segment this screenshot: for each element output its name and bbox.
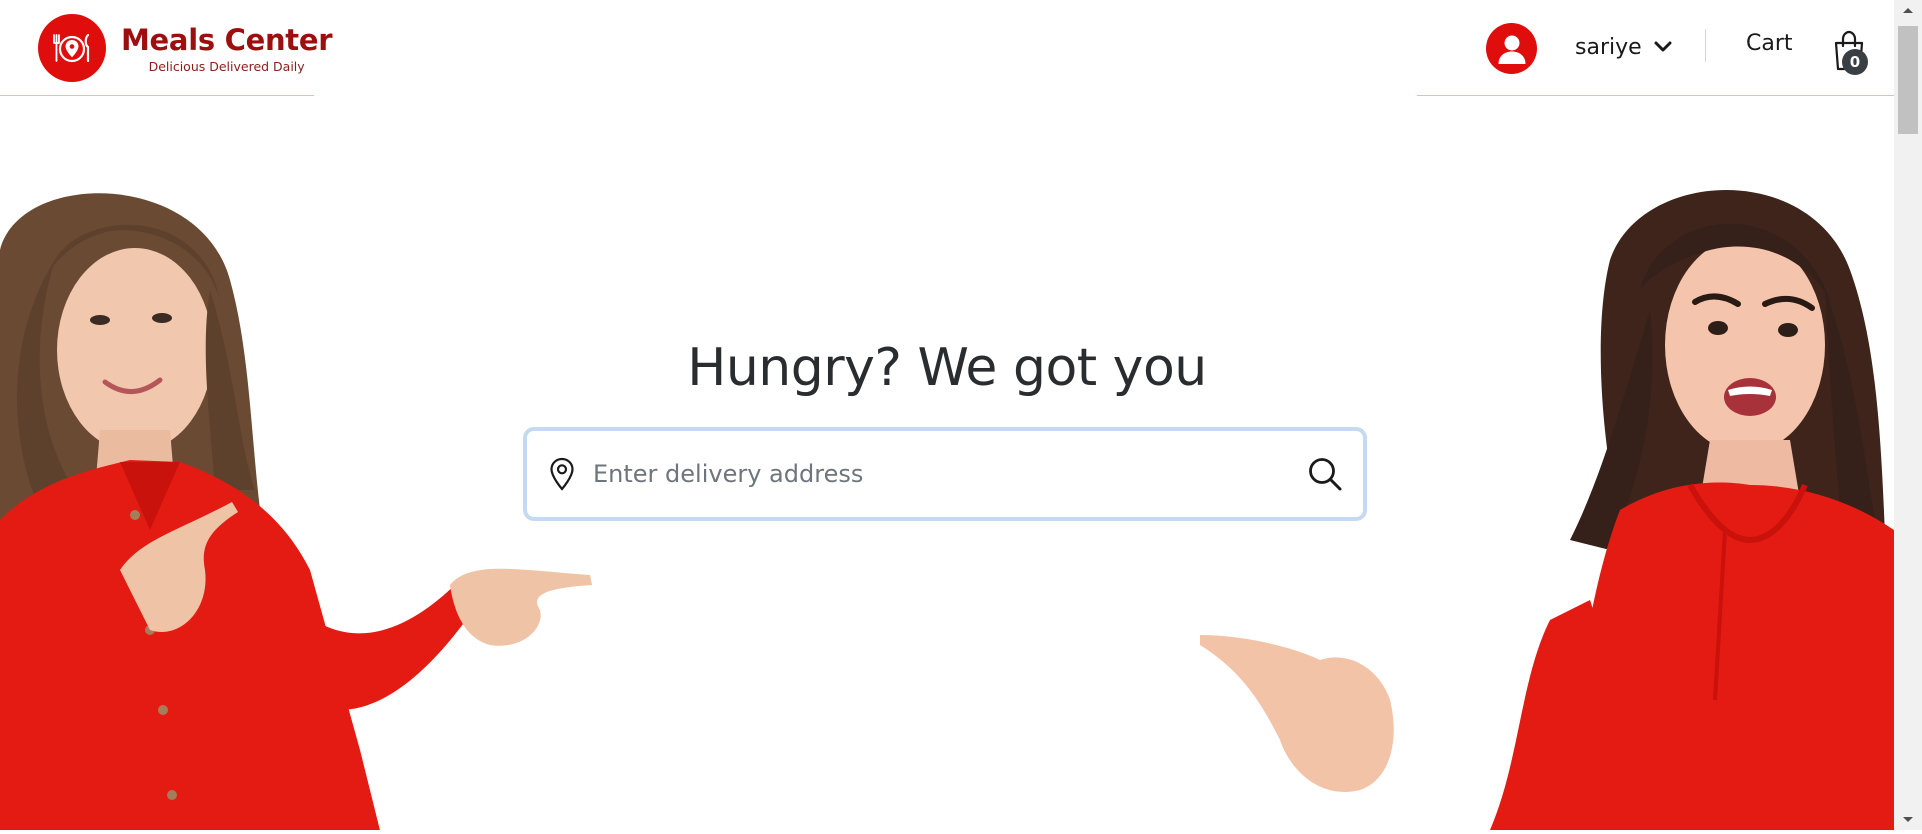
brand-tagline: Delicious Delivered Daily xyxy=(148,58,305,74)
brand-logo[interactable]: Meals Center Delicious Delivered Daily xyxy=(38,14,333,82)
header-underline-left xyxy=(0,95,314,96)
cart-count-badge: 0 xyxy=(1842,49,1868,75)
logo-text: Meals Center Delicious Delivered Daily xyxy=(121,22,333,74)
hero-title: Hungry? We got you xyxy=(687,338,1207,398)
hero-image-left-woman xyxy=(0,190,600,830)
location-pin-icon xyxy=(547,456,577,492)
delivery-address-search xyxy=(523,427,1367,521)
user-menu-toggle[interactable]: sariye xyxy=(1575,32,1672,62)
header-underline-right xyxy=(1417,95,1894,96)
chevron-down-icon xyxy=(1654,41,1672,53)
user-avatar-icon[interactable] xyxy=(1486,23,1537,74)
cart-link[interactable]: Cart xyxy=(1746,31,1793,56)
logo-badge-icon xyxy=(38,14,106,82)
scrollbar-thumb[interactable] xyxy=(1898,26,1918,134)
brand-name: Meals Center xyxy=(121,22,333,57)
top-header: Meals Center Delicious Delivered Daily s… xyxy=(0,0,1894,96)
page-scrollbar[interactable] xyxy=(1894,0,1922,830)
scroll-down-arrow-icon[interactable] xyxy=(1894,810,1922,830)
search-icon[interactable] xyxy=(1303,452,1347,496)
user-name: sariye xyxy=(1575,34,1642,60)
header-divider xyxy=(1705,29,1706,62)
delivery-address-input[interactable] xyxy=(591,443,1303,505)
scroll-up-arrow-icon[interactable] xyxy=(1894,0,1922,20)
